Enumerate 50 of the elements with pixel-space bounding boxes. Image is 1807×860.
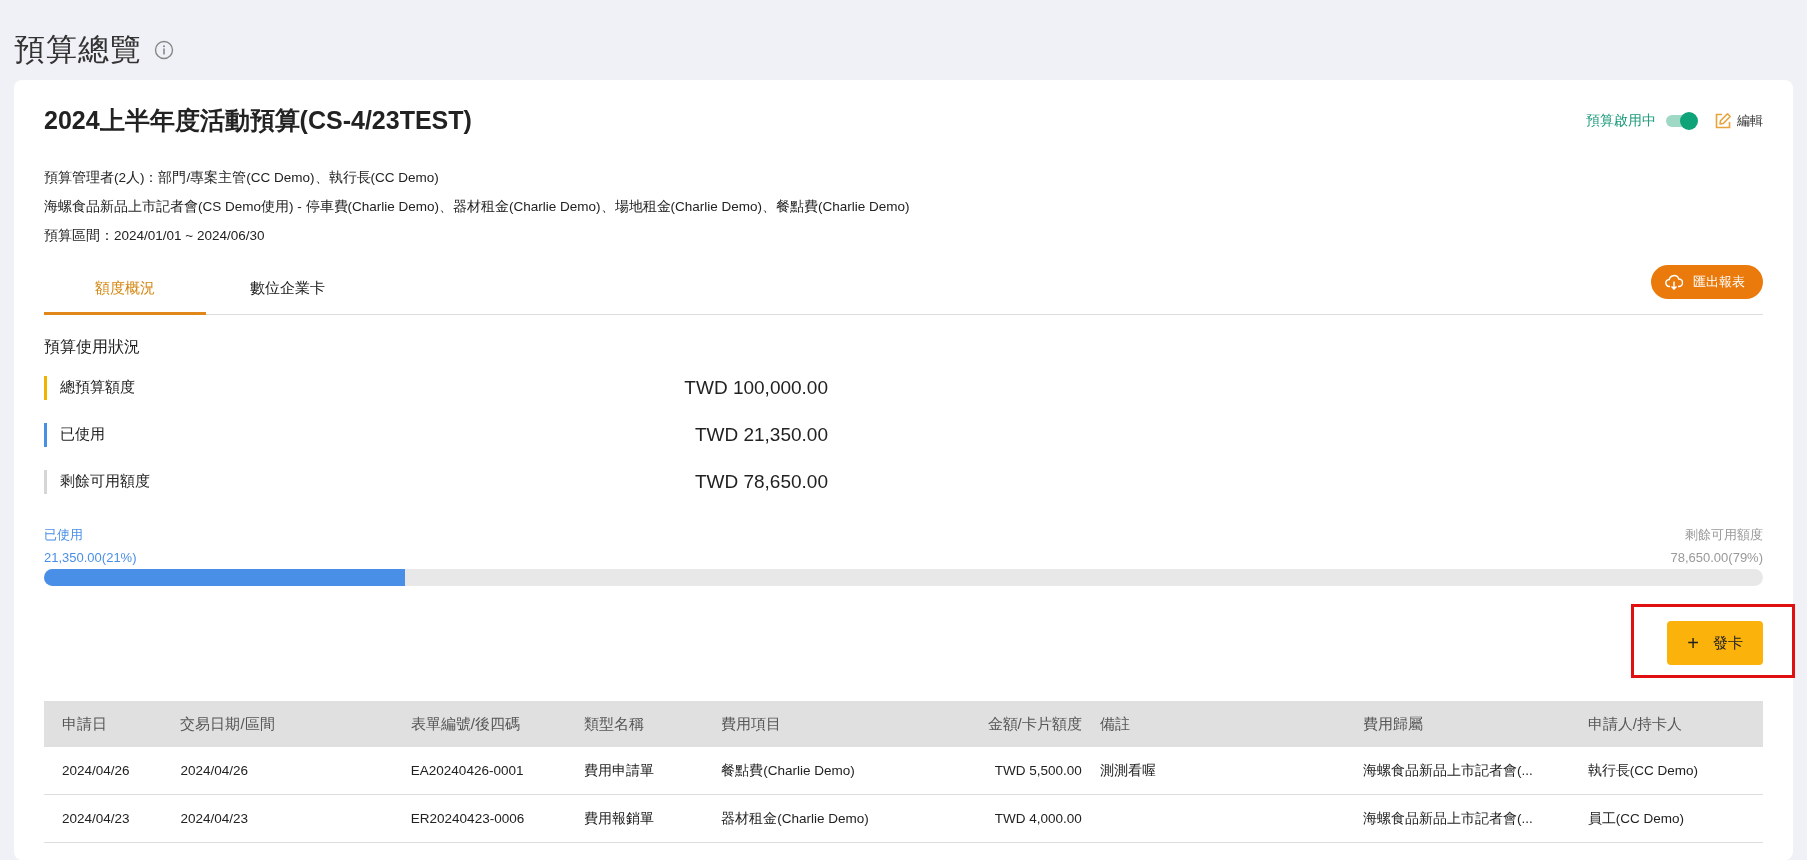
table-cell: TWD 4,000.00 [911,794,1082,843]
summary-label: 剩餘可用額度 [59,472,151,491]
column-header[interactable]: 申請人/持卡人 [1569,701,1763,747]
info-icon[interactable] [154,40,174,60]
table-cell: 餐點費(Charlie Demo) [703,747,912,795]
table-cell: 2024/04/26 [162,747,393,795]
used-label: 已使用 [44,526,84,544]
table-cell: 費用申請單 [566,747,704,795]
table-cell: 2024/04/23 [162,794,393,843]
section-title: 預算使用狀況 [44,337,141,357]
column-header[interactable]: 費用項目 [703,701,912,747]
summary-amount: TWD 78,650.00 [693,470,828,493]
table-cell: 執行長(CC Demo) [1569,747,1763,795]
page-title: 預算總覽 [14,31,142,69]
cloud-download-icon [1665,274,1683,290]
summary-amount: TWD 21,350.00 [693,423,828,446]
budget-title: 2024上半年度活動預算(CS-4/23TEST) [44,105,472,136]
table-cell: 海螺食品新品上市記者會(... [1345,794,1570,843]
budget-detail: 預算管理者(2人)：部門/專案主管(CC Demo)、執行長(CC Demo) [44,169,440,187]
table-cell: 2024/04/26 [44,747,163,795]
issue-card-button[interactable]: + 發卡 [1667,621,1763,665]
edit-icon [1714,111,1732,130]
summary-label: 總預算額度 [59,378,136,397]
budget-detail: 預算區間：2024/01/01 ~ 2024/06/30 [44,227,266,245]
table-cell: 測測看喔 [1081,747,1345,795]
table-cell: TWD 5,500.00 [911,747,1082,795]
summary-amount: TWD 100,000.00 [683,376,828,399]
table-cell: EA20240426-0001 [392,747,567,795]
remaining-label: 剩餘可用額度 [1684,526,1763,544]
summary-label: 已使用 [59,425,106,444]
budget-detail: 海螺食品新品上市記者會(CS Demo使用) - 停車費(Charlie Demo)、器材租金(Charlie Demo)、場地租金(Charlie Demo)、餐點費(Charlie Demo) [44,198,911,216]
table-cell: 員工(CC Demo) [1569,794,1763,843]
column-header[interactable]: 備註 [1081,701,1345,747]
toggle-switch[interactable] [1666,114,1696,127]
column-header[interactable]: 表單編號/後四碼 [392,701,567,747]
column-header[interactable]: 交易日期/區間 [162,701,393,747]
remaining-value: 78,650.00(79%) [1670,549,1763,567]
tab[interactable]: 數位企業卡 [206,264,368,315]
column-header[interactable]: 類型名稱 [566,701,704,747]
table-cell: 海螺食品新品上市記者會(... [1345,747,1570,795]
used-value: 21,350.00(21%) [44,549,137,567]
column-header[interactable]: 費用歸屬 [1345,701,1570,747]
table-cell: 器材租金(Charlie Demo) [703,794,912,843]
column-header[interactable]: 申請日 [44,701,163,747]
edit-button[interactable]: 編輯 [1714,111,1763,130]
column-header[interactable]: 金額/卡片額度 [911,701,1082,747]
table-cell: 2024/04/23 [44,794,163,843]
table-cell: 費用報銷單 [566,794,704,843]
table-cell: ER20240423-0006 [392,794,567,843]
status-label: 預算啟用中 [1586,111,1656,130]
